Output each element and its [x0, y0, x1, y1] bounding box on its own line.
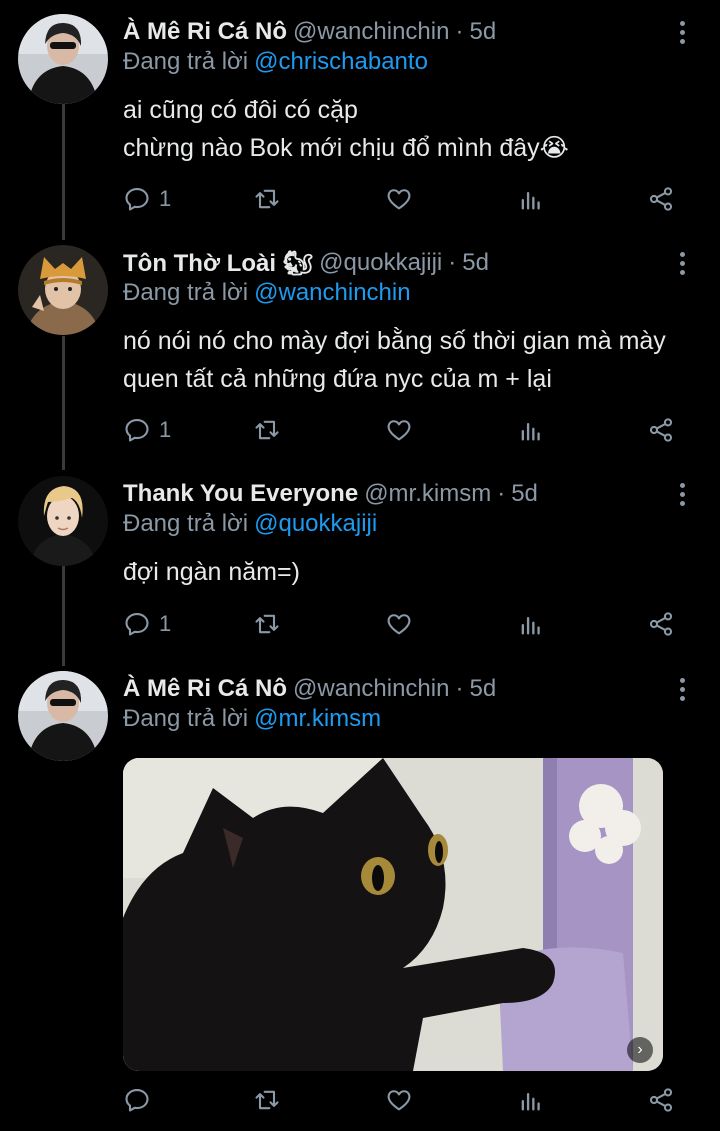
reply-button[interactable]: 1 — [123, 410, 171, 450]
retweet-icon — [255, 1090, 279, 1110]
analytics-icon — [521, 192, 540, 210]
share-button[interactable] — [647, 179, 675, 219]
username[interactable]: @quokkajiji — [319, 249, 442, 277]
analytics-button[interactable] — [517, 1080, 545, 1120]
separator-dot: · — [497, 480, 506, 507]
retweet-button[interactable] — [253, 604, 281, 644]
avatar[interactable] — [18, 14, 108, 104]
retweet-button[interactable] — [253, 410, 281, 450]
mention-link[interactable]: @wanchinchin — [254, 279, 410, 306]
display-name[interactable]: À Mê Ri Cá Nô — [123, 18, 287, 46]
share-icon — [649, 1088, 673, 1112]
replying-to: Đang trả lời @chrischabanto — [123, 48, 428, 76]
replying-to: Đang trả lời @wanchinchin — [123, 279, 411, 307]
timestamp[interactable]: 5d — [511, 480, 538, 508]
tweet-text-line: chừng nào Bok mới chịu đổ mình đây😭 — [123, 134, 569, 162]
avatar[interactable] — [18, 245, 108, 335]
share-button[interactable] — [647, 1080, 675, 1120]
more-icon[interactable] — [670, 14, 694, 50]
action-bar: 1 — [123, 410, 683, 450]
timestamp[interactable]: 5d — [469, 18, 496, 46]
thread-line — [62, 104, 65, 240]
display-name[interactable]: À Mê Ri Cá Nô — [123, 675, 287, 703]
tweet-header: Thank You Everyone @mr.kimsm · 5d — [123, 476, 538, 512]
like-icon — [387, 1090, 411, 1111]
like-button[interactable] — [385, 1080, 413, 1120]
share-icon — [649, 418, 673, 442]
reply-icon — [125, 1089, 149, 1112]
username[interactable]: @mr.kimsm — [364, 480, 491, 508]
more-icon[interactable] — [670, 476, 694, 512]
share-button[interactable] — [647, 410, 675, 450]
analytics-button[interactable] — [517, 604, 545, 644]
analytics-button[interactable] — [517, 179, 545, 219]
thread-line — [62, 566, 65, 666]
reply-count: 1 — [159, 417, 172, 442]
action-bar: 1 — [123, 604, 683, 644]
avatar[interactable] — [18, 671, 108, 761]
reply-button[interactable]: 1 — [123, 604, 171, 644]
separator-dot: · — [455, 675, 464, 702]
tweet-media-image[interactable]: › — [123, 758, 663, 1071]
analytics-icon — [521, 423, 540, 441]
like-button[interactable] — [385, 410, 413, 450]
reply-count: 1 — [159, 611, 172, 636]
retweet-icon — [255, 420, 279, 440]
analytics-button[interactable] — [517, 410, 545, 450]
reply-count: 1 — [159, 186, 172, 211]
display-name[interactable]: Thank You Everyone — [123, 480, 358, 508]
analytics-icon — [521, 617, 540, 635]
retweet-icon — [255, 614, 279, 634]
thread-line — [62, 336, 65, 470]
replying-label: Đang trả lời — [123, 510, 249, 537]
display-name[interactable]: Tôn Thờ Loài 🐿 — [123, 249, 313, 278]
tweet-text-line: nó nói nó cho mày đợi bằng số thời gian … — [123, 327, 666, 355]
more-icon[interactable] — [670, 245, 694, 281]
action-bar: 1 — [123, 179, 683, 219]
mention-link[interactable]: @quokkajiji — [254, 510, 377, 537]
share-icon — [649, 612, 673, 636]
tweet-text-line: quen tất cả những đứa nyc của m + lại — [123, 365, 552, 393]
replying-to: Đang trả lời @mr.kimsm — [123, 705, 381, 733]
replying-to: Đang trả lời @quokkajiji — [123, 510, 377, 538]
reply-icon — [125, 613, 149, 636]
timestamp[interactable]: 5d — [469, 675, 496, 703]
reply-button[interactable]: 1 — [123, 179, 171, 219]
retweet-button[interactable] — [253, 179, 281, 219]
separator-dot: · — [455, 18, 464, 45]
more-icon[interactable] — [670, 671, 694, 707]
tweet-header: Tôn Thờ Loài 🐿 @quokkajiji · 5d — [123, 245, 489, 281]
like-icon — [387, 420, 411, 441]
timestamp[interactable]: 5d — [462, 249, 489, 277]
like-button[interactable] — [385, 604, 413, 644]
like-button[interactable] — [385, 179, 413, 219]
analytics-icon — [521, 1093, 540, 1111]
replying-label: Đang trả lời — [123, 48, 249, 75]
avatar[interactable] — [18, 476, 108, 566]
like-icon — [387, 614, 411, 635]
like-icon — [387, 189, 411, 210]
mention-link[interactable]: @chrischabanto — [254, 48, 428, 75]
tweet-header: À Mê Ri Cá Nô @wanchinchin · 5d — [123, 671, 496, 707]
replying-label: Đang trả lời — [123, 279, 249, 306]
separator-dot: · — [448, 249, 457, 276]
tweet-text-line: đợi ngàn năm=) — [123, 558, 300, 586]
reply-button[interactable] — [123, 1080, 159, 1120]
reply-icon — [125, 419, 149, 442]
share-icon — [649, 187, 673, 211]
reply-icon — [125, 188, 149, 211]
tweet-text-line: ai cũng có đôi có cặp — [123, 96, 358, 124]
username[interactable]: @wanchinchin — [293, 675, 449, 703]
retweet-icon — [255, 189, 279, 209]
share-button[interactable] — [647, 604, 675, 644]
mention-link[interactable]: @mr.kimsm — [254, 705, 381, 732]
username[interactable]: @wanchinchin — [293, 18, 449, 46]
action-bar — [123, 1080, 683, 1120]
retweet-button[interactable] — [253, 1080, 281, 1120]
tweet-header: À Mê Ri Cá Nô @wanchinchin · 5d — [123, 14, 496, 50]
media-next-icon[interactable]: › — [627, 1037, 653, 1063]
replying-label: Đang trả lời — [123, 705, 249, 732]
